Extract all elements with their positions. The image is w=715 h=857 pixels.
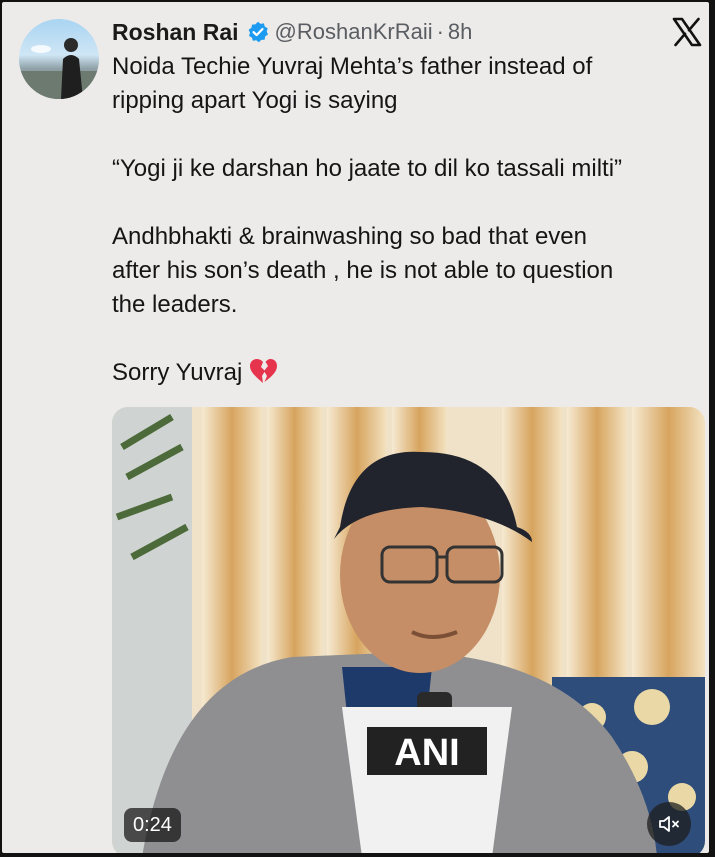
author-name[interactable]: Roshan Rai	[112, 19, 239, 46]
tweet-text: Noida Techie Yuvraj Mehta’s father inste…	[112, 50, 697, 390]
tweet-header: Roshan Rai @RoshanKrRaii · 8h	[112, 15, 472, 49]
tweet-line: after his son’s death , he is not able t…	[112, 257, 614, 284]
video-frame	[112, 407, 705, 853]
ani-mic-logo: ANI	[394, 732, 459, 774]
tweet-line: Noida Techie Yuvraj Mehta’s father inste…	[112, 53, 593, 80]
video-player[interactable]: ANI 0:24	[112, 407, 705, 853]
broken-heart-icon	[250, 359, 278, 383]
x-logo-icon[interactable]	[671, 16, 703, 48]
tweet-closing-line: Sorry Yuvraj	[112, 356, 697, 390]
avatar[interactable]	[19, 19, 99, 99]
tweet-quote: “Yogi ji ke darshan ho jaate to dil ko t…	[112, 155, 623, 182]
tweet-line: the leaders.	[112, 291, 238, 318]
post-time[interactable]: 8h	[448, 19, 472, 45]
verified-badge-icon	[248, 21, 268, 43]
separator-dot: ·	[436, 19, 444, 44]
mute-button[interactable]	[647, 802, 691, 846]
video-duration: 0:24	[124, 808, 181, 842]
tweet-closing: Sorry Yuvraj	[112, 359, 243, 386]
ani-mic-label: ANI	[394, 732, 459, 774]
speaker-muted-icon	[659, 816, 679, 832]
author-handle[interactable]: @RoshanKrRaii	[275, 19, 433, 45]
tweet-line: ripping apart Yogi is saying	[112, 87, 398, 114]
tweet-card[interactable]: Roshan Rai @RoshanKrRaii · 8h Noida Tech…	[2, 2, 709, 853]
tweet-line: Andhbhakti & brainwashing so bad that ev…	[112, 223, 587, 250]
avatar-image	[19, 38, 99, 99]
